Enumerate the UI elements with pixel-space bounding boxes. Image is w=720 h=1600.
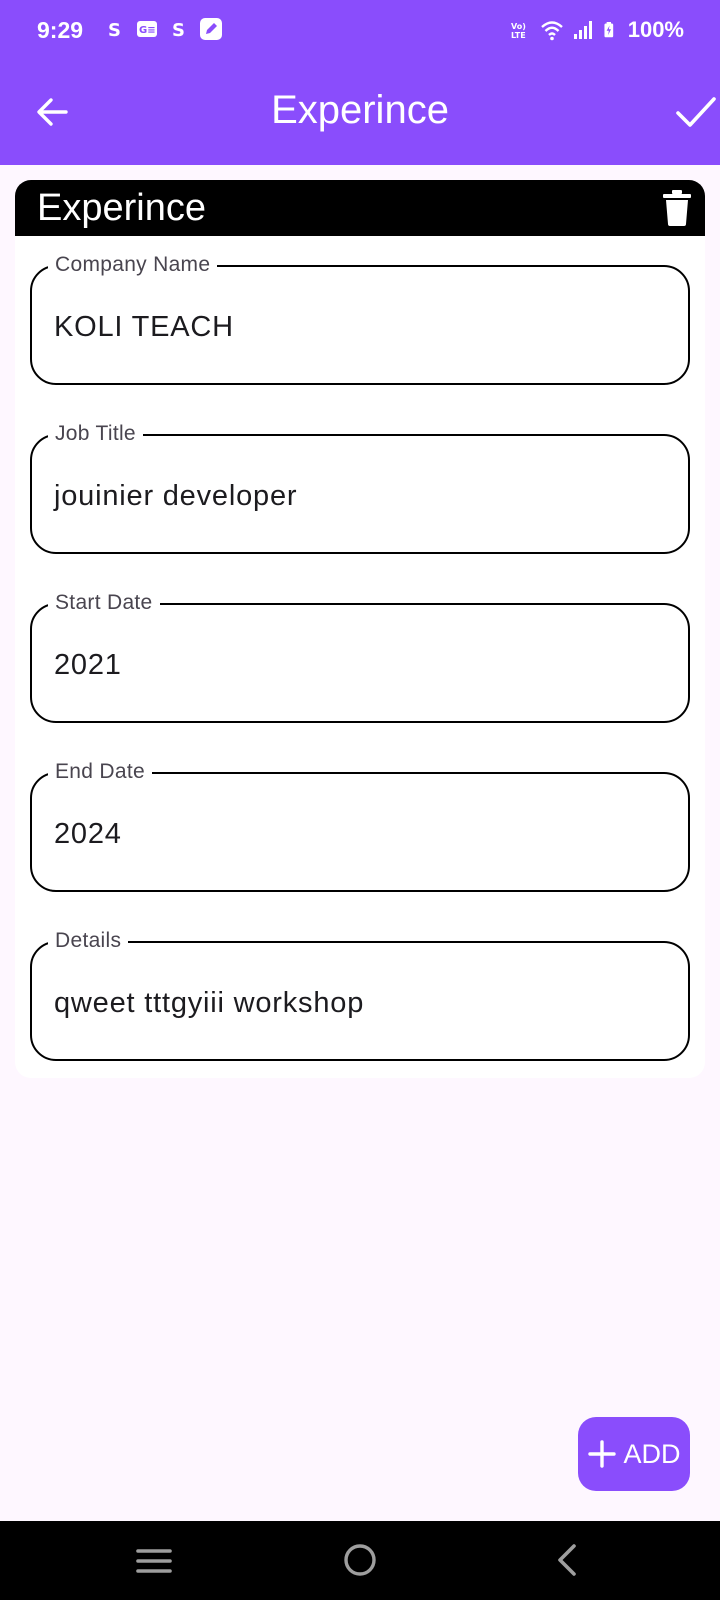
svg-text:S: S	[108, 20, 121, 40]
battery-charging-icon	[604, 22, 613, 38]
card-title: Experince	[37, 187, 206, 229]
notification-edit-icon	[200, 18, 222, 40]
notification-s-icon: S	[172, 20, 185, 40]
volte-icon: Vo)LTE	[511, 22, 526, 40]
end-date-field[interactable]: End Date 2024	[30, 760, 690, 892]
details-field[interactable]: Details qweet tttgyiii workshop	[30, 929, 690, 1061]
status-time: 9:29	[37, 17, 84, 43]
wifi-icon	[540, 21, 563, 41]
start-date-label: Start Date	[48, 591, 160, 615]
job-title-field[interactable]: Job Title jouinier developer	[30, 422, 690, 554]
svg-text:Vo): Vo)	[511, 22, 526, 31]
battery-percentage: 100%	[627, 17, 684, 42]
end-date-label: End Date	[48, 760, 152, 784]
add-button-label: ADD	[623, 1438, 681, 1469]
svg-text:LTE: LTE	[511, 31, 526, 40]
recent-apps-icon[interactable]	[136, 1543, 172, 1579]
company-name-label: Company Name	[48, 253, 218, 277]
details-value: qweet tttgyiii workshop	[54, 987, 365, 1019]
delete-button[interactable]	[657, 188, 697, 228]
notification-icons: S G≡ S	[104, 18, 222, 40]
details-label: Details	[48, 929, 129, 953]
check-icon	[676, 97, 716, 127]
notification-s-icon: S	[108, 20, 121, 40]
start-date-field[interactable]: Start Date 2021	[30, 591, 690, 723]
trash-icon	[663, 190, 691, 226]
page-title: Experince	[271, 88, 449, 132]
add-button[interactable]: ADD	[578, 1417, 690, 1491]
home-icon[interactable]	[342, 1542, 378, 1578]
experience-card: Experince Company Name KOLI TEACH Job Ti…	[15, 180, 705, 1078]
app-bar: Experince	[0, 62, 720, 165]
notification-card-icon: G≡	[137, 21, 157, 37]
company-name-value: KOLI TEACH	[54, 311, 234, 343]
status-indicators: Vo) LTE 100%	[510, 17, 684, 43]
svg-text:S: S	[172, 20, 185, 40]
end-date-value: 2024	[54, 818, 122, 850]
svg-text:G≡: G≡	[139, 25, 156, 36]
system-nav-bar	[0, 1521, 720, 1600]
signal-icon	[573, 21, 592, 39]
save-button[interactable]	[674, 92, 718, 132]
card-header: Experince	[15, 180, 705, 236]
back-icon[interactable]	[552, 1542, 582, 1578]
plus-icon	[588, 1440, 617, 1468]
company-name-field[interactable]: Company Name KOLI TEACH	[30, 253, 690, 385]
job-title-label: Job Title	[48, 422, 143, 446]
job-title-value: jouinier developer	[54, 480, 298, 512]
status-bar: 9:29 S G≡ S Vo) LTE 100%	[0, 0, 720, 62]
start-date-value: 2021	[54, 649, 122, 681]
